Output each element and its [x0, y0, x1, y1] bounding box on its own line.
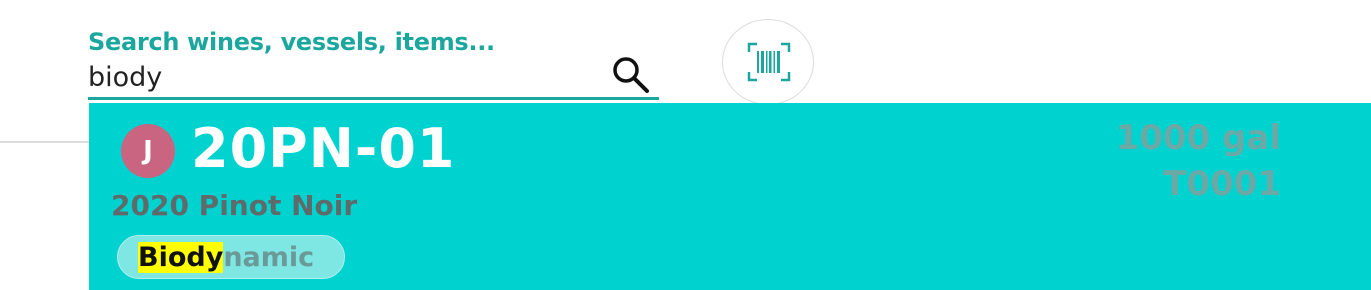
- tag-remainder: namic: [223, 241, 315, 273]
- vessel-code: T0001: [1163, 164, 1281, 204]
- search-page: Search wines, vessels, items... biody J …: [0, 0, 1371, 290]
- tag-match-highlight: Biody: [138, 241, 224, 273]
- search-box: Search wines, vessels, items...: [88, 24, 659, 102]
- search-input[interactable]: [88, 60, 608, 94]
- lot-code: 20PN-01: [191, 117, 456, 180]
- avatar: J: [121, 124, 175, 178]
- search-icon[interactable]: [610, 54, 652, 96]
- volume: 1000 gal: [1115, 118, 1281, 158]
- search-label: Search wines, vessels, items...: [88, 28, 495, 56]
- barcode-scan-icon: [747, 42, 791, 82]
- divider: [0, 141, 100, 143]
- search-underline: [88, 97, 659, 100]
- vessel-info: 1000 gal T0001: [1116, 115, 1281, 207]
- tag-chip[interactable]: Biody namic: [117, 235, 345, 279]
- search-result-item[interactable]: J 20PN-01 2020 Pinot Noir 1000 gal T0001…: [89, 103, 1371, 290]
- wine-name: 2020 Pinot Noir: [111, 189, 358, 222]
- barcode-scan-button[interactable]: [722, 19, 814, 105]
